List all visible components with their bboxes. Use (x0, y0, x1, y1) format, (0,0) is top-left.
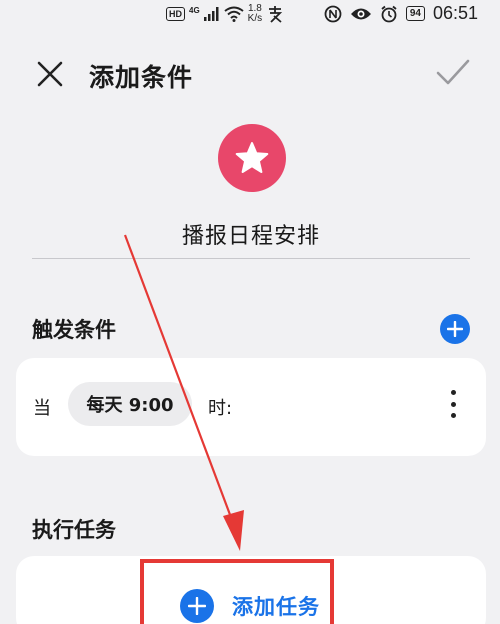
more-dot (450, 401, 456, 407)
speed-unit: K/s (247, 13, 263, 24)
check-icon[interactable] (436, 58, 470, 88)
pay-icon (269, 6, 283, 23)
nfc-icon (324, 5, 342, 22)
eye-icon (350, 8, 371, 19)
add-task-circle (180, 589, 214, 623)
status-right: 94 06:51 (324, 3, 478, 24)
condition-when-label: 当 (33, 398, 51, 419)
tasks-section-title: 执行任务 (32, 518, 116, 542)
scene-icon[interactable] (218, 124, 286, 192)
add-condition-button[interactable] (440, 314, 470, 344)
star-icon (235, 142, 269, 173)
status-left: HD 4G 1.8 K/s (166, 4, 284, 24)
name-underline (32, 258, 470, 259)
clock: 06:51 (432, 3, 478, 23)
more-options-icon[interactable] (448, 388, 458, 420)
condition-at-label: 时: (208, 398, 233, 419)
network-speed: 1.8 K/s (248, 4, 262, 24)
plus-icon (188, 597, 206, 615)
alarm-icon (381, 5, 397, 22)
trigger-section-title: 触发条件 (32, 318, 116, 342)
signal-icon (203, 7, 219, 21)
more-dot (450, 390, 456, 395)
close-icon[interactable] (36, 60, 64, 88)
scene-name-field[interactable]: 播报日程安排 (32, 218, 470, 250)
condition-card[interactable]: 当 每天 9:00 时: (16, 358, 486, 456)
battery-icon: 94 (405, 6, 425, 21)
plus-icon (447, 321, 463, 337)
hd-badge: HD (166, 7, 185, 21)
time-chip-label: 每天 9:00 (86, 395, 174, 416)
add-task-label: 添加任务 (232, 595, 320, 619)
wifi-icon (224, 6, 244, 22)
status-bar: HD 4G 1.8 K/s 94 06:51 (0, 0, 500, 28)
time-chip[interactable]: 每天 9:00 (68, 382, 192, 426)
page-title: 添加条件 (89, 63, 194, 92)
network-type: 4G (189, 5, 200, 15)
more-dot (450, 413, 456, 418)
add-task-button[interactable]: 添加任务 (180, 589, 320, 623)
